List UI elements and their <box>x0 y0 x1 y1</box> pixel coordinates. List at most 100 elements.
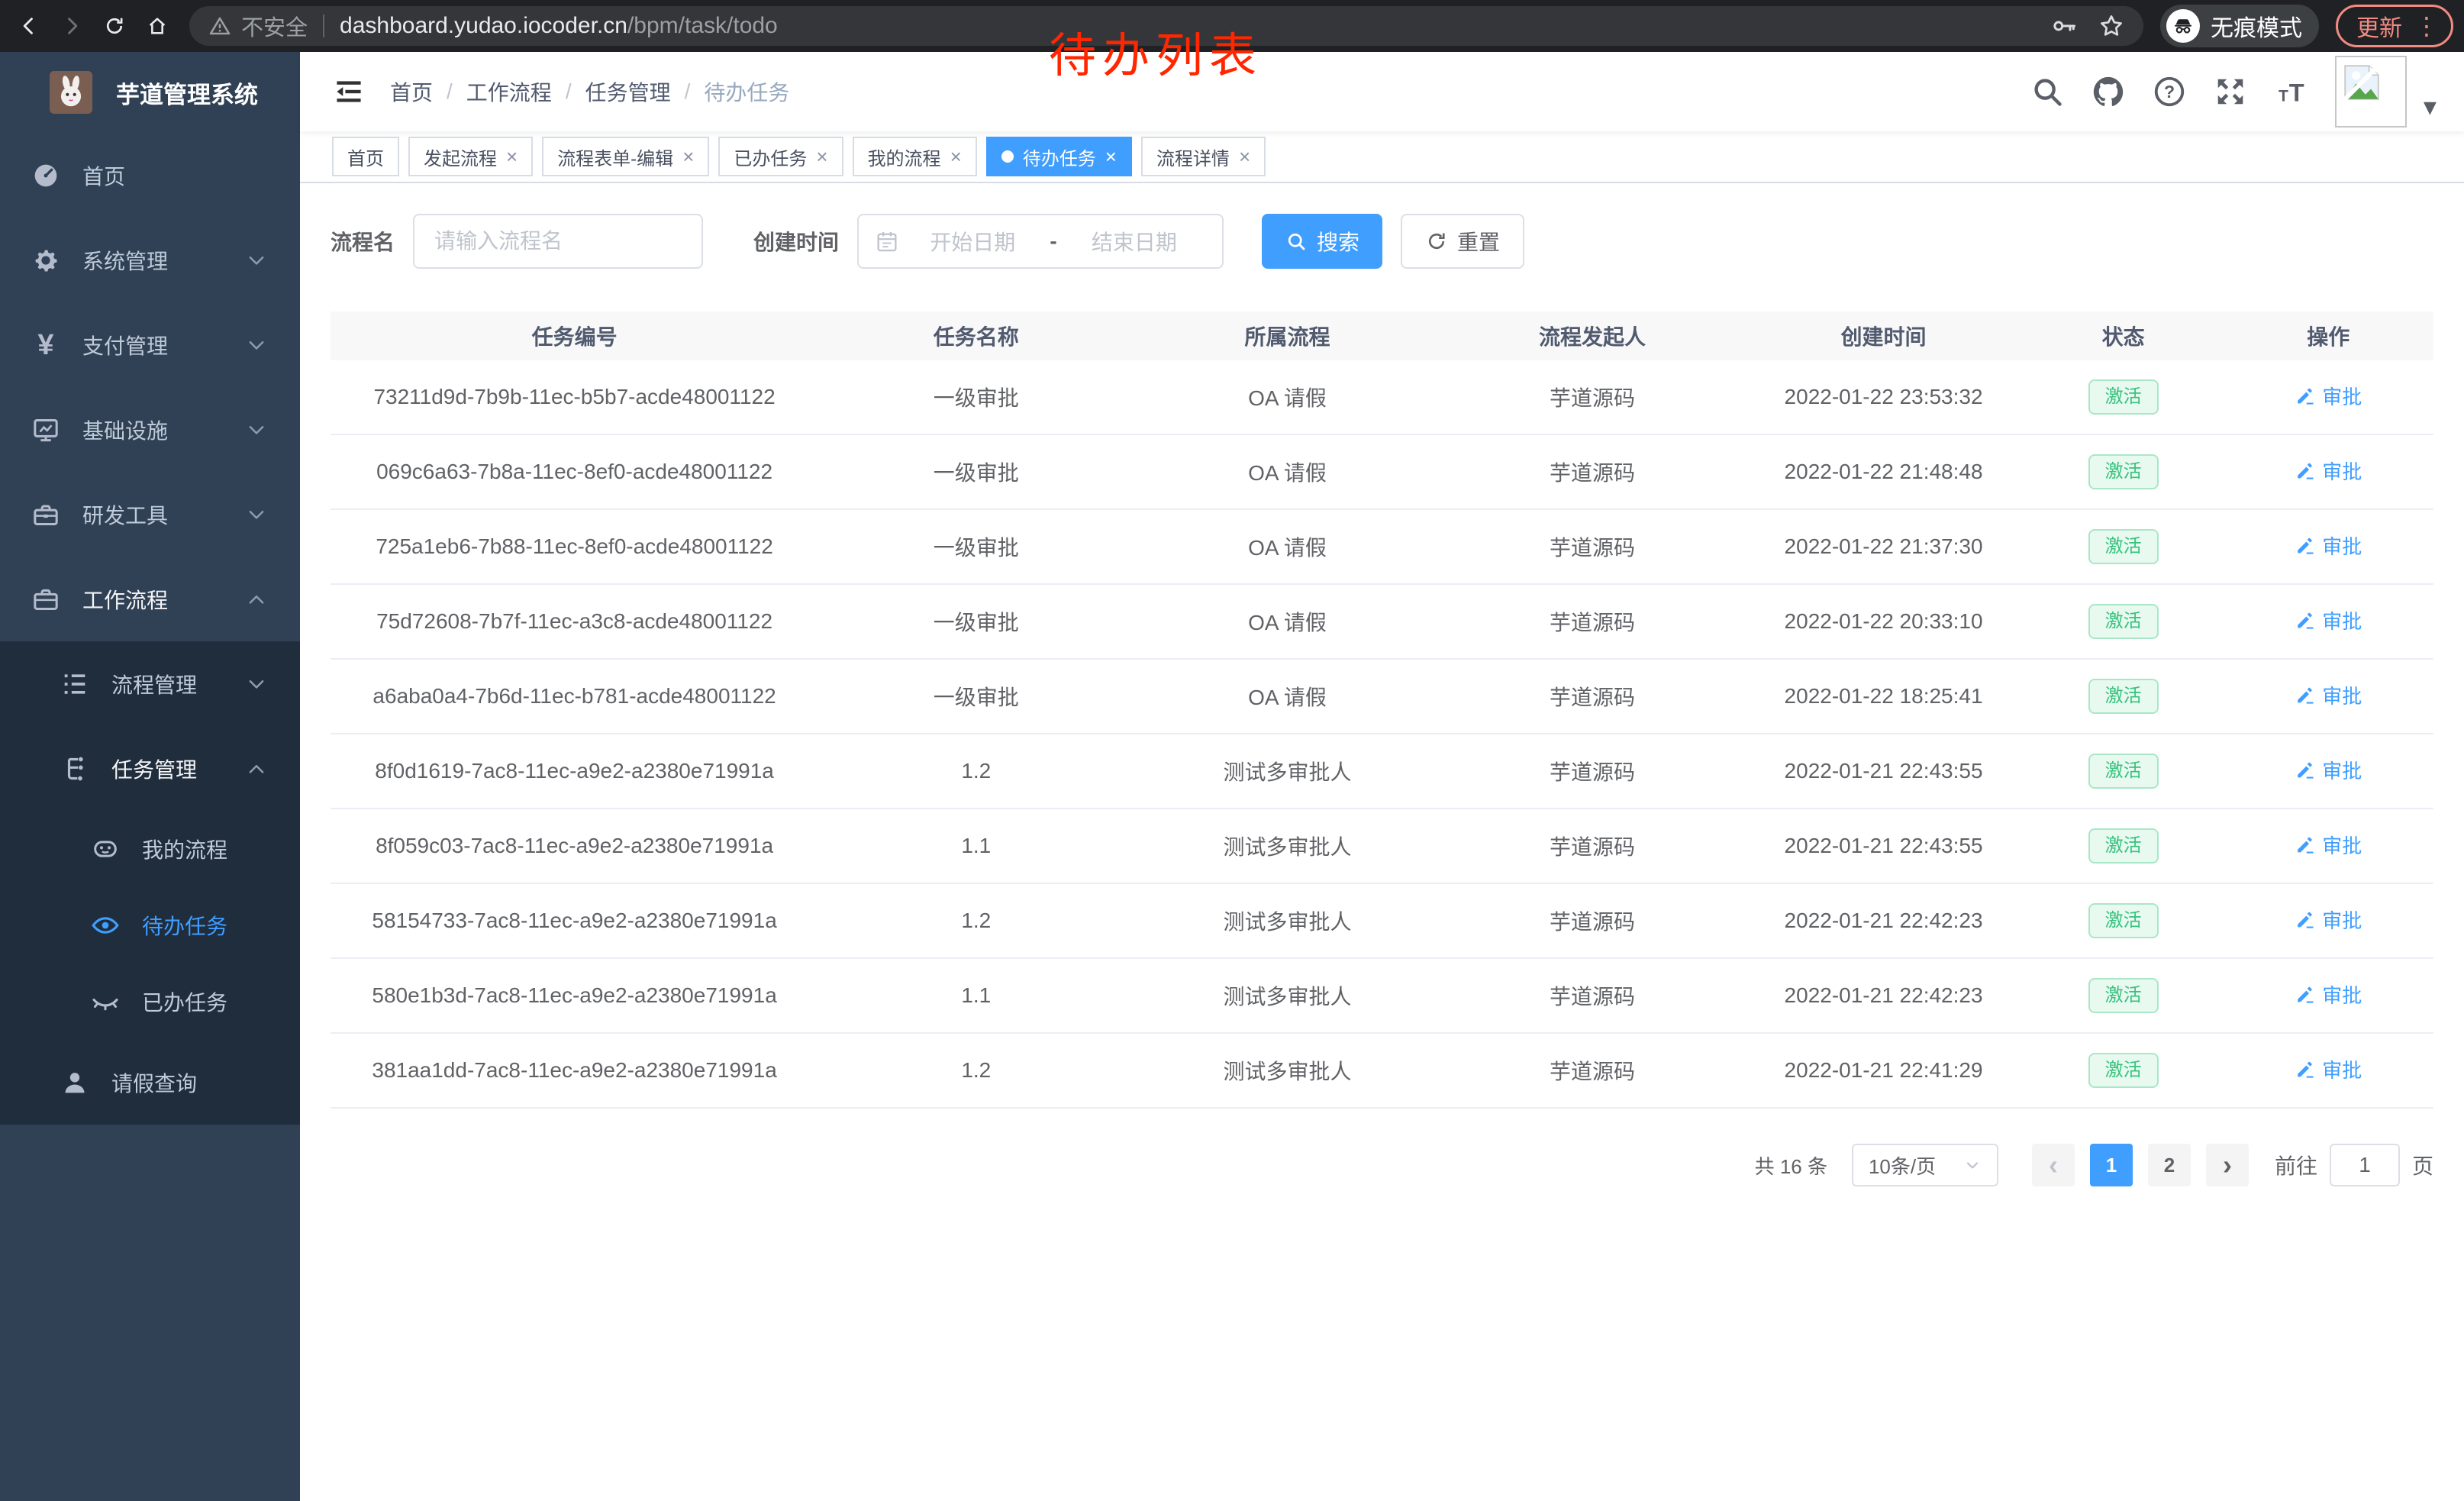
approve-link[interactable]: 审批 <box>2295 905 2362 934</box>
edit-icon <box>2295 909 2316 931</box>
date-range-picker[interactable]: 开始日期 - 结束日期 <box>857 214 1224 269</box>
prev-page-button[interactable] <box>2032 1144 2075 1186</box>
help-icon[interactable]: ? <box>2152 74 2187 109</box>
sidebar-collapse-icon[interactable] <box>332 75 366 108</box>
edit-icon <box>2295 834 2316 856</box>
avatar[interactable] <box>2335 56 2407 128</box>
page-size-select[interactable]: 10条/页 <box>1852 1144 1998 1186</box>
navbar-actions: ? TT <box>2004 56 2437 128</box>
task-starter-cell: 芋道源码 <box>1441 905 1744 936</box>
sidebar-item-label: 待办任务 <box>142 910 300 941</box>
home-icon[interactable] <box>139 8 176 44</box>
sidebar-item-home[interactable]: 首页 <box>0 133 300 218</box>
task-process-cell: 测试多审批人 <box>1134 905 1440 936</box>
sidebar-item-task-mgmt[interactable]: 任务管理 <box>0 726 300 811</box>
task-name-cell: 一级审批 <box>818 681 1134 712</box>
approve-link[interactable]: 审批 <box>2295 756 2362 784</box>
table-row: 73211d9d-7b9b-11ec-b5b7-acde48001122一级审批… <box>331 360 2433 435</box>
tab-start-process[interactable]: 发起流程 <box>408 137 533 176</box>
close-icon[interactable] <box>682 147 694 166</box>
task-status-cell: 激活 <box>2024 754 2224 789</box>
status-badge: 激活 <box>2088 903 2159 938</box>
browser-menu-kebab-icon[interactable] <box>2414 11 2439 40</box>
approve-link[interactable]: 审批 <box>2295 606 2362 634</box>
github-icon[interactable] <box>2091 74 2126 109</box>
font-size-icon[interactable]: TT <box>2274 74 2309 109</box>
sidebar-item-leave-query[interactable]: 请假查询 <box>0 1040 300 1125</box>
tab-label: 流程表单-编辑 <box>557 144 673 170</box>
tab-form-edit[interactable]: 流程表单-编辑 <box>542 137 709 176</box>
task-time-cell: 2022-01-21 22:42:23 <box>1743 909 2023 933</box>
tab-home[interactable]: 首页 <box>332 137 399 176</box>
bookmark-star-icon[interactable] <box>2098 12 2125 40</box>
column-header: 所属流程 <box>1134 321 1440 351</box>
page-button-1[interactable]: 1 <box>2090 1144 2133 1186</box>
approve-link[interactable]: 审批 <box>2295 681 2362 709</box>
sidebar-item-system[interactable]: 系统管理 <box>0 218 300 302</box>
sidebar-item-payment[interactable]: ¥支付管理 <box>0 302 300 387</box>
tab-process-detail[interactable]: 流程详情 <box>1141 137 1266 176</box>
breadcrumb-item[interactable]: 任务管理 <box>585 76 671 107</box>
close-icon[interactable] <box>1105 147 1117 166</box>
tab-todo-task[interactable]: 待办任务 <box>986 137 1132 176</box>
task-action-cell: 审批 <box>2223 681 2433 712</box>
task-id-cell: 73211d9d-7b9b-11ec-b5b7-acde48001122 <box>331 385 818 409</box>
column-header: 状态 <box>2024 321 2224 351</box>
approve-link[interactable]: 审批 <box>2295 831 2362 859</box>
update-button[interactable]: 更新 <box>2336 5 2453 47</box>
password-key-icon[interactable] <box>2050 12 2078 40</box>
approve-link[interactable]: 审批 <box>2295 457 2362 485</box>
breadcrumb-item[interactable]: 首页 <box>390 76 433 107</box>
task-name-cell: 1.1 <box>818 834 1134 858</box>
table-row: a6aba0a4-7b6d-11ec-b781-acde48001122一级审批… <box>331 660 2433 734</box>
app-logo-row[interactable]: 芋道管理系统 <box>0 52 300 133</box>
task-status-cell: 激活 <box>2024 978 2224 1013</box>
back-icon[interactable] <box>11 8 47 44</box>
sidebar-item-workflow[interactable]: 工作流程 <box>0 557 300 641</box>
close-icon[interactable] <box>816 147 827 166</box>
page-button-2[interactable]: 2 <box>2148 1144 2191 1186</box>
sidebar-item-label: 首页 <box>82 160 300 191</box>
task-id-cell: 069c6a63-7b8a-11ec-8ef0-acde48001122 <box>331 460 818 484</box>
table-row: 8f0d1619-7ac8-11ec-a9e2-a2380e71991a1.2测… <box>331 734 2433 809</box>
column-header: 任务名称 <box>818 321 1134 351</box>
approve-link-label: 审批 <box>2322 457 2362 485</box>
reload-icon[interactable] <box>96 8 133 44</box>
approve-link[interactable]: 审批 <box>2295 980 2362 1009</box>
tab-my-process[interactable]: 我的流程 <box>853 137 977 176</box>
sidebar-item-devtools[interactable]: 研发工具 <box>0 472 300 557</box>
sidebar-item-todo-task[interactable]: 待办任务 <box>0 887 300 964</box>
close-icon[interactable] <box>1239 147 1250 166</box>
sidebar-item-done-task[interactable]: 已办任务 <box>0 964 300 1040</box>
search-icon[interactable] <box>2030 74 2065 109</box>
process-name-input[interactable] <box>413 214 703 269</box>
approve-link[interactable]: 审批 <box>2295 531 2362 560</box>
create-time-label: 创建时间 <box>753 226 839 257</box>
sidebar-item-label: 流程管理 <box>111 669 245 699</box>
sidebar-item-infra[interactable]: 基础设施 <box>0 387 300 472</box>
approve-link[interactable]: 审批 <box>2295 1055 2362 1083</box>
task-time-cell: 2022-01-21 22:42:23 <box>1743 983 2023 1008</box>
sidebar-item-my-process[interactable]: 我的流程 <box>0 811 300 887</box>
fullscreen-icon[interactable] <box>2213 74 2248 109</box>
approve-link[interactable]: 审批 <box>2295 382 2362 410</box>
avatar-dropdown-caret-icon[interactable] <box>2424 92 2437 122</box>
tab-done-task[interactable]: 已办任务 <box>718 137 843 176</box>
task-time-cell: 2022-01-21 22:43:55 <box>1743 759 2023 783</box>
close-icon[interactable] <box>950 147 962 166</box>
approve-link-label: 审批 <box>2322 531 2362 560</box>
task-status-cell: 激活 <box>2024 454 2224 489</box>
column-header: 操作 <box>2223 321 2433 351</box>
sidebar-item-process-mgmt[interactable]: 流程管理 <box>0 641 300 726</box>
task-process-cell: 测试多审批人 <box>1134 980 1440 1011</box>
page-content: 流程名 创建时间 开始日期 - 结束日期 搜索 重置 <box>300 183 2464 1501</box>
search-button[interactable]: 搜索 <box>1262 214 1382 269</box>
breadcrumb-item[interactable]: 工作流程 <box>466 76 552 107</box>
reset-button[interactable]: 重置 <box>1401 214 1524 269</box>
status-badge: 激活 <box>2088 379 2159 415</box>
next-page-button[interactable] <box>2206 1144 2249 1186</box>
task-action-cell: 审批 <box>2223 831 2433 861</box>
page-jump-input[interactable] <box>2330 1144 2400 1186</box>
forward-icon[interactable] <box>53 8 90 44</box>
close-icon[interactable] <box>506 147 518 166</box>
